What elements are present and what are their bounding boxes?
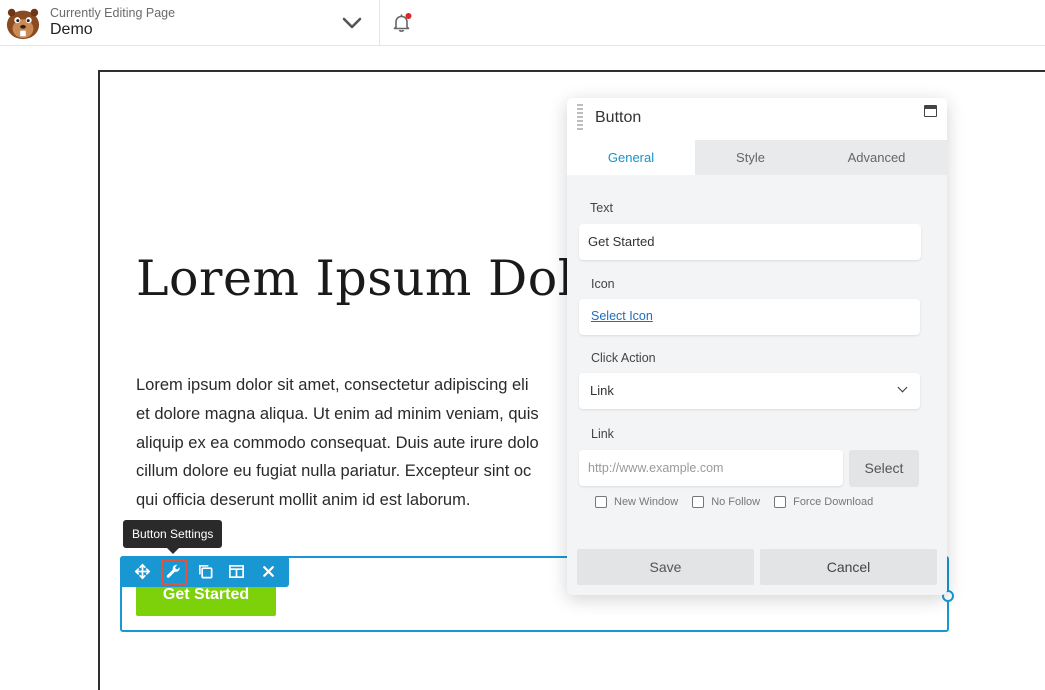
icon-label: Icon (591, 277, 615, 291)
maximize-icon[interactable] (924, 105, 937, 117)
chevron-down-icon (897, 382, 908, 393)
checkbox-box (595, 496, 607, 508)
body-line: et dolore magna aliqua. Ut enim ad minim… (136, 404, 539, 423)
close-icon[interactable] (255, 559, 281, 585)
cancel-button[interactable]: Cancel (760, 549, 937, 585)
body-line: aliquip ex ea commodo consequat. Duis au… (136, 433, 539, 452)
page-name: Demo (50, 21, 93, 38)
body-line: Lorem ipsum dolor sit amet, consectetur … (136, 376, 529, 394)
top-bar: Currently Editing Page Demo (0, 0, 1045, 46)
button-settings-panel: Button General Style Advanced Text Get S… (567, 98, 947, 595)
duplicate-icon[interactable] (192, 559, 218, 585)
notification-bell-icon[interactable] (391, 12, 413, 34)
link-input[interactable]: http://www.example.com (579, 450, 843, 486)
panel-header: Button (567, 98, 947, 140)
no-follow-checkbox[interactable]: No Follow (692, 496, 760, 508)
move-icon[interactable] (129, 559, 155, 585)
columns-icon[interactable] (224, 559, 250, 585)
click-action-label: Click Action (591, 351, 656, 365)
click-action-select[interactable]: Link (579, 373, 920, 409)
checkbox-box (774, 496, 787, 508)
body-line: cillum dolore eu fugiat nulla pariatur. … (136, 462, 532, 481)
panel-tabs: General Style Advanced (567, 140, 947, 175)
panel-title: Button (595, 109, 642, 126)
force-download-checkbox[interactable]: Force Download (774, 496, 873, 508)
divider (379, 0, 380, 46)
tab-advanced[interactable]: Advanced (806, 140, 947, 175)
checkbox-label: No Follow (711, 496, 761, 508)
save-button[interactable]: Save (577, 549, 754, 585)
select-icon-link[interactable]: Select Icon (591, 309, 653, 323)
body-paragraph[interactable]: Lorem ipsum dolor sit amet, consectetur … (136, 371, 596, 515)
beaver-logo-icon[interactable] (4, 5, 42, 41)
wrench-settings-icon[interactable] (160, 558, 187, 585)
checkbox-label: Force Download (793, 496, 874, 508)
select-link-button[interactable]: Select (849, 450, 919, 487)
tab-general[interactable]: General (567, 140, 695, 175)
click-action-value: Link (590, 383, 614, 398)
page-heading[interactable]: Lorem Ipsum Dolo (136, 250, 604, 307)
checkbox-box (692, 496, 705, 508)
chevron-down-icon[interactable] (340, 12, 364, 34)
drag-handle-icon[interactable] (577, 104, 583, 132)
checkbox-label: New Window (614, 496, 679, 508)
link-label: Link (591, 427, 614, 441)
new-window-checkbox[interactable]: New Window (595, 496, 678, 508)
module-toolbar (120, 556, 289, 587)
icon-field: Select Icon (579, 299, 920, 335)
body-line: qui officia deserunt mollit anim id est … (136, 491, 471, 510)
tab-style[interactable]: Style (695, 140, 806, 175)
editing-label: Currently Editing Page (50, 6, 176, 20)
button-settings-tooltip: Button Settings (123, 520, 223, 554)
link-options: New Window No Follow Force Download (595, 496, 887, 508)
text-label: Text (590, 201, 613, 215)
text-input[interactable]: Get Started (579, 224, 921, 260)
